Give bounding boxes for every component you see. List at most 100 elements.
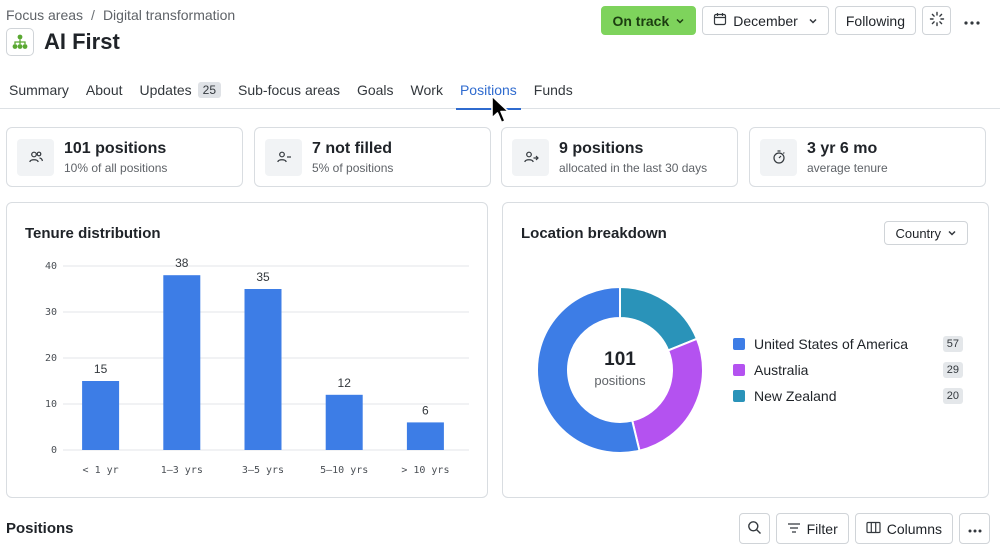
legend-label: New Zealand xyxy=(754,388,837,404)
donut-center-label: positions xyxy=(594,373,646,388)
bar xyxy=(406,422,444,450)
breadcrumb-parent-link[interactable]: Focus areas xyxy=(6,7,83,23)
search-icon xyxy=(747,520,762,538)
stat-value: 7 not filled xyxy=(312,139,392,157)
period-dropdown-button[interactable]: December xyxy=(702,6,829,35)
chevron-down-icon xyxy=(675,13,685,29)
bar-value-label: 15 xyxy=(94,362,108,376)
tab-funds[interactable]: Funds xyxy=(534,70,573,109)
tab-label: Sub-focus areas xyxy=(238,81,340,98)
breadcrumb-separator: / xyxy=(91,7,95,23)
filter-button[interactable]: Filter xyxy=(775,513,849,544)
x-tick-label: > 10 yrs xyxy=(401,465,449,476)
stat-card-average-tenure: 3 yr 6 mo average tenure xyxy=(749,127,986,187)
stat-value: 101 positions xyxy=(64,139,167,157)
legend-count-badge: 29 xyxy=(942,362,963,378)
tenure-bar-chart: 0 10 20 30 40 15 < 1 yr 38 1–3 yrs 35 3–5 yrs 12 5–1… xyxy=(45,256,469,476)
positions-more-button[interactable] xyxy=(959,513,990,544)
columns-label: Columns xyxy=(886,520,942,537)
following-button[interactable]: Following xyxy=(834,6,916,35)
more-options-button[interactable] xyxy=(957,6,986,35)
positions-toolbar: Filter Columns xyxy=(738,513,990,544)
y-tick-label: 30 xyxy=(45,307,57,318)
header-actions: On track December Following xyxy=(601,6,986,35)
ellipsis-icon xyxy=(967,521,983,537)
y-tick-label: 20 xyxy=(45,353,57,364)
calendar-icon xyxy=(713,12,727,29)
breadcrumb: Focus areas / Digital transformation xyxy=(6,7,235,23)
ellipsis-icon xyxy=(963,13,981,29)
person-arrow-icon xyxy=(512,138,549,176)
tab-bar: Summary About Updates 25 Sub-focus areas … xyxy=(0,70,1000,110)
chevron-down-icon xyxy=(947,226,957,241)
tab-summary[interactable]: Summary xyxy=(9,70,69,109)
legend-swatch xyxy=(733,338,745,350)
stat-card-recently-allocated: 9 positions allocated in the last 30 day… xyxy=(501,127,738,187)
country-dropdown-button[interactable]: Country xyxy=(884,221,968,245)
donut-chart-container: 101 positions xyxy=(536,285,704,454)
legend-count-badge: 57 xyxy=(942,336,963,352)
tab-updates[interactable]: Updates 25 xyxy=(140,70,222,109)
hierarchy-icon xyxy=(6,28,34,56)
x-tick-label: 1–3 yrs xyxy=(161,465,203,476)
status-dropdown-button[interactable]: On track xyxy=(601,6,697,35)
stat-subtext: allocated in the last 30 days xyxy=(559,160,708,175)
tab-goals[interactable]: Goals xyxy=(357,70,394,109)
chevron-down-icon xyxy=(808,13,818,29)
y-tick-label: 40 xyxy=(45,261,57,272)
country-dropdown-label: Country xyxy=(895,225,941,241)
legend-item-australia[interactable]: Australia 29 xyxy=(733,357,963,383)
bar-value-label: 6 xyxy=(422,403,429,417)
tab-label: Positions xyxy=(459,81,517,98)
x-tick-label: < 1 yr xyxy=(83,465,119,476)
stat-value: 3 yr 6 mo xyxy=(807,139,878,157)
filter-label: Filter xyxy=(806,520,838,537)
tab-label: Summary xyxy=(9,81,69,98)
tab-sub-focus-areas[interactable]: Sub-focus areas xyxy=(238,70,340,109)
tab-label: About xyxy=(85,81,123,98)
stopwatch-icon xyxy=(760,138,797,176)
tab-work[interactable]: Work xyxy=(411,70,443,109)
stat-subtext: average tenure xyxy=(807,160,888,175)
bar-value-label: 12 xyxy=(338,376,352,390)
legend-swatch xyxy=(733,390,745,402)
bar xyxy=(325,394,363,450)
legend-item-new-zealand[interactable]: New Zealand 20 xyxy=(733,383,963,409)
positions-section-title: Positions xyxy=(6,520,74,537)
person-minus-icon xyxy=(265,138,302,176)
tab-label: Updates xyxy=(139,81,192,98)
legend-label: Australia xyxy=(754,362,809,378)
search-button[interactable] xyxy=(738,513,770,544)
legend-count-badge: 20 xyxy=(942,388,963,404)
donut-center-value: 101 xyxy=(604,349,636,370)
bar-value-label: 38 xyxy=(175,256,189,270)
people-icon xyxy=(17,138,54,176)
columns-button[interactable]: Columns xyxy=(854,513,953,544)
stat-card-not-filled: 7 not filled 5% of positions xyxy=(254,127,491,187)
legend-label: United States of America xyxy=(754,336,909,352)
spinner-icon xyxy=(929,11,945,30)
tab-label: Work xyxy=(410,81,443,98)
stat-value: 9 positions xyxy=(559,139,644,157)
title-row: AI First xyxy=(6,28,120,56)
stat-card-total-positions: 101 positions 10% of all positions xyxy=(6,127,243,187)
legend-swatch xyxy=(733,364,745,376)
donut-slice[interactable] xyxy=(619,285,699,352)
period-label: December xyxy=(733,12,798,29)
tab-positions[interactable]: Positions xyxy=(455,70,521,110)
loading-spinner-button[interactable] xyxy=(922,6,951,35)
tab-label: Goals xyxy=(356,81,394,98)
tab-about[interactable]: About xyxy=(86,70,123,109)
legend-item-usa[interactable]: United States of America 57 xyxy=(733,331,963,357)
tenure-distribution-panel: Tenure distribution 0 10 20 30 40 15 < 1 yr 38 1… xyxy=(6,202,488,498)
bar xyxy=(82,381,120,450)
status-label: On track xyxy=(612,12,670,29)
breadcrumb-current-link[interactable]: Digital transformation xyxy=(103,7,235,23)
x-tick-label: 3–5 yrs xyxy=(242,465,284,476)
location-breakdown-panel: Location breakdown Country 101 positions… xyxy=(502,202,989,498)
bar xyxy=(244,289,282,450)
stat-subtext: 10% of all positions xyxy=(64,160,168,175)
bar xyxy=(163,275,201,450)
page-title: AI First xyxy=(44,29,120,54)
y-tick-label: 10 xyxy=(45,399,57,410)
